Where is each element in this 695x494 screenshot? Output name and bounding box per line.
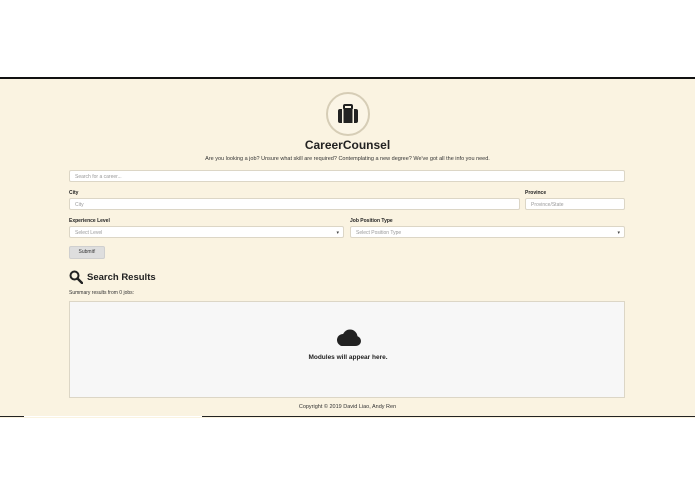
- city-input[interactable]: City: [69, 198, 520, 210]
- position-type-select[interactable]: Select Position Type ▾: [350, 226, 625, 238]
- experience-level-value: Select Level: [75, 230, 103, 236]
- footer-copyright: Copyright © 2019 David Liao, Andy Ren: [298, 404, 397, 410]
- career-search-placeholder: Search for a career...: [75, 174, 122, 180]
- city-placeholder: City: [75, 202, 84, 208]
- position-type-value: Select Position Type: [356, 230, 402, 236]
- logo-badge: [326, 92, 370, 136]
- experience-level-select[interactable]: Select Level ▾: [69, 226, 344, 238]
- bottom-divider: [0, 416, 695, 417]
- modules-panel: Modules will appear here.: [69, 301, 625, 398]
- results-summary: Summary results from 0 jobs:: [69, 290, 135, 296]
- modules-placeholder-text: Modules will appear here.: [308, 354, 388, 361]
- dropdown-arrow-icon: ▾: [617, 230, 620, 236]
- briefcase-icon: [338, 104, 358, 123]
- divider-gap: [24, 416, 202, 417]
- experience-level-label: Experience Level: [69, 218, 110, 224]
- tagline: Are you looking a job? Unsure what skill…: [205, 156, 490, 162]
- app-frame: CareerCounsel Are you looking a job? Uns…: [0, 77, 695, 418]
- results-title: Search Results: [87, 271, 156, 283]
- app-title: CareerCounsel: [304, 138, 391, 152]
- city-label: City: [69, 190, 79, 196]
- search-icon: [69, 270, 83, 284]
- position-type-label: Job Position Type: [350, 218, 393, 224]
- province-input[interactable]: Province/State: [525, 198, 625, 210]
- province-placeholder: Province/State: [531, 202, 564, 208]
- cloud-icon: [337, 329, 361, 346]
- province-label: Province: [525, 190, 547, 196]
- dropdown-arrow-icon: ▾: [336, 230, 339, 236]
- results-header: Search Results: [69, 270, 156, 284]
- career-search-input[interactable]: Search for a career...: [69, 170, 625, 182]
- submit-button[interactable]: Submit!: [69, 246, 105, 259]
